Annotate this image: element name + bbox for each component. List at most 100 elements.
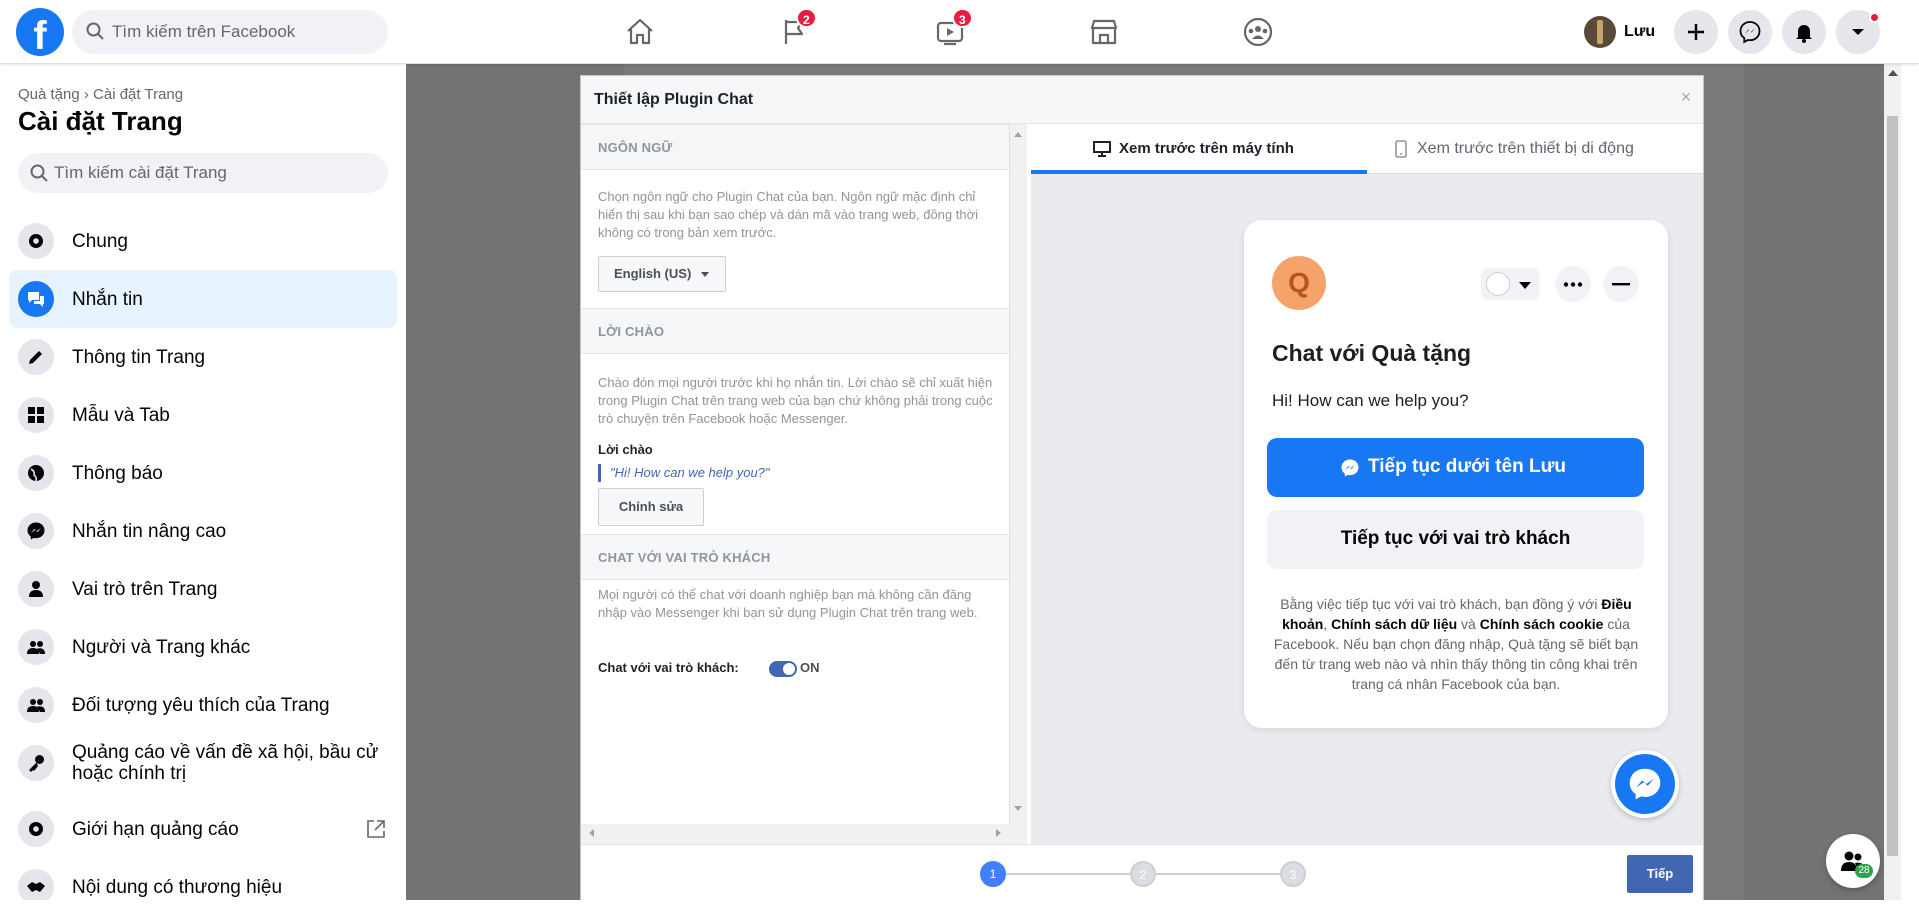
- sidebar-item-label: Người và Trang khác: [72, 637, 251, 658]
- legal-text: và: [1457, 616, 1480, 632]
- legal-text: Bằng việc tiếp tục với vai trò khách, bạ…: [1280, 596, 1602, 612]
- sidebar-item-preferred-audience[interactable]: Đối tượng yêu thích của Trang: [9, 676, 397, 734]
- grid-icon: [28, 407, 44, 423]
- section-header-greeting: LỜI CHÀO: [581, 308, 1009, 354]
- marketplace-icon: [1090, 19, 1118, 45]
- breadcrumb[interactable]: Quà tặng › Cài đặt Trang: [18, 86, 183, 103]
- gear-icon: [29, 822, 43, 836]
- nav-home[interactable]: [618, 10, 662, 54]
- sidebar-item-page-roles[interactable]: Vai trò trên Trang: [9, 560, 397, 618]
- right-gutter: [1901, 64, 1919, 904]
- notifications-button[interactable]: [1782, 10, 1826, 54]
- sidebar-item-people-other-pages[interactable]: Người và Trang khác: [9, 618, 397, 676]
- home-icon: [627, 18, 653, 45]
- preview-tabs: Xem trước trên máy tính Xem trước trên t…: [1031, 124, 1703, 174]
- sidebar-item-label: Nhắn tin nâng cao: [72, 521, 227, 542]
- identity-picker[interactable]: [1481, 268, 1539, 300]
- chat-bubbles-icon: [28, 292, 44, 307]
- external-link-icon: [367, 820, 385, 838]
- next-label: Tiếp: [1646, 866, 1674, 881]
- dialog-header: Thiết lập Plugin Chat ×: [581, 76, 1703, 124]
- greeting-description: Chào đón mọi người trước khi họ nhắn tin…: [598, 375, 993, 426]
- sidebar-item-advanced-messaging[interactable]: Nhắn tin nâng cao: [9, 502, 397, 560]
- create-button[interactable]: [1674, 10, 1718, 54]
- sidebar-item-label: Chung: [72, 231, 128, 252]
- edit-greeting-label: Chỉnh sửa: [618, 499, 684, 514]
- greeting-value: "Hi! How can we help you?": [598, 464, 770, 482]
- facebook-search[interactable]: Tìm kiếm trên Facebook: [72, 10, 388, 54]
- sidebar-item-label: Đối tượng yêu thích của Trang: [72, 695, 330, 716]
- window-scrollbar[interactable]: [1884, 64, 1901, 904]
- dialog-footer: 1 2 3 Tiếp: [581, 844, 1703, 903]
- scroll-down-arrow-icon[interactable]: [1014, 806, 1022, 811]
- profile-shortcut[interactable]: Lưu: [1584, 15, 1655, 49]
- page-settings-sidebar: Quà tặng › Cài đặt Trang Cài đặt Trang T…: [0, 64, 406, 904]
- minimize-button[interactable]: [1603, 266, 1639, 302]
- person-icon: [1486, 272, 1510, 296]
- notification-dot: [1869, 12, 1880, 23]
- messenger-icon: [1629, 768, 1661, 800]
- tab-desktop-preview[interactable]: Xem trước trên máy tính: [1031, 124, 1367, 174]
- nav-pages[interactable]: 2: [772, 8, 817, 54]
- messenger-button[interactable]: [1728, 10, 1772, 54]
- close-icon[interactable]: ×: [1677, 88, 1695, 106]
- bell-icon: [1796, 25, 1812, 43]
- nav-watch[interactable]: 3: [928, 8, 973, 54]
- nav-marketplace[interactable]: [1082, 10, 1126, 54]
- globe-icon: [28, 465, 44, 482]
- chat-plugin-preview: Q Chat với Quà tặng Hi! How can we help …: [1244, 220, 1668, 728]
- more-icon: [1563, 282, 1583, 287]
- facebook-logo[interactable]: f: [16, 8, 64, 56]
- sidebar-item-general[interactable]: Chung: [9, 212, 397, 270]
- continue-as-user-button[interactable]: Tiếp tục dưới tên Lưu: [1267, 438, 1644, 497]
- desktop-icon: [1093, 141, 1111, 157]
- guest-chat-toggle[interactable]: [769, 661, 797, 677]
- online-count-badge: 28: [1855, 864, 1873, 878]
- continue-as-guest-label: Tiếp tục với vai trò khách: [1340, 528, 1571, 549]
- sidebar-item-branded-content[interactable]: Nội dung có thương hiệu: [9, 858, 397, 904]
- sidebar-item-page-info[interactable]: Thông tin Trang: [9, 328, 397, 386]
- chat-title: Chat với Quà tặng: [1272, 340, 1472, 366]
- person-icon: [29, 581, 43, 597]
- top-navigation-bar: f Tìm kiếm trên Facebook 2 3 Lưu: [0, 0, 1919, 64]
- messenger-icon: [1739, 21, 1761, 44]
- messenger-chat-bubble[interactable]: [1611, 750, 1679, 818]
- sidebar-item-messaging[interactable]: Nhắn tin: [9, 270, 397, 328]
- scroll-up-arrow-icon[interactable]: [1014, 132, 1022, 137]
- sidebar-item-notifications[interactable]: Thông báo: [9, 444, 397, 502]
- minus-icon: [1612, 283, 1630, 286]
- sidebar-item-label: Giới hạn quảng cáo: [72, 819, 239, 840]
- pages-badge: 2: [796, 8, 817, 28]
- new-message-contacts-button[interactable]: 28: [1826, 834, 1880, 888]
- next-button[interactable]: Tiếp: [1627, 855, 1693, 893]
- account-menu-button[interactable]: [1836, 10, 1880, 54]
- scrollbar-thumb[interactable]: [1887, 116, 1898, 856]
- cookie-policy-link[interactable]: Chính sách cookie: [1480, 616, 1604, 632]
- search-icon: [86, 22, 104, 40]
- settings-scrollbar-horizontal[interactable]: [581, 824, 1010, 844]
- edit-greeting-button[interactable]: Chỉnh sửa: [598, 488, 704, 526]
- nav-groups[interactable]: [1236, 10, 1280, 54]
- page-title: Cài đặt Trang: [18, 106, 183, 136]
- continue-as-guest-button[interactable]: Tiếp tục với vai trò khách: [1267, 510, 1644, 569]
- language-dropdown[interactable]: English (US): [598, 256, 726, 292]
- sidebar-item-political-ads[interactable]: Quảng cáo về vấn đề xã hội, bầu cử hoặc …: [9, 734, 397, 792]
- settings-search-input[interactable]: Tìm kiếm cài đặt Trang: [18, 153, 388, 193]
- tab-mobile-preview[interactable]: Xem trước trên thiết bị di động: [1367, 124, 1703, 174]
- sidebar-item-ad-limits[interactable]: Giới hạn quảng cáo: [9, 800, 397, 858]
- sidebar-item-label: Nội dung có thương hiệu: [72, 877, 283, 898]
- dialog-title: Thiết lập Plugin Chat: [594, 91, 754, 108]
- scroll-up-arrow-icon[interactable]: [1888, 70, 1898, 76]
- settings-search-placeholder: Tìm kiếm cài đặt Trang: [54, 163, 227, 182]
- scroll-left-arrow-icon[interactable]: [589, 829, 594, 837]
- watch-badge: 3: [952, 8, 973, 28]
- guest-chat-toggle-state: ON: [800, 660, 820, 675]
- sidebar-item-label: Mẫu và Tab: [72, 405, 170, 426]
- scroll-right-arrow-icon[interactable]: [996, 829, 1001, 837]
- section-header-guest-chat: CHAT VỚI VAI TRÒ KHÁCH: [581, 534, 1009, 580]
- guest-chat-label: Chat với vai trò khách:: [598, 660, 739, 675]
- settings-scrollbar-vertical[interactable]: [1010, 124, 1027, 844]
- sidebar-item-templates-tabs[interactable]: Mẫu và Tab: [9, 386, 397, 444]
- data-policy-link[interactable]: Chính sách dữ liệu: [1331, 616, 1457, 632]
- more-options-button[interactable]: [1555, 266, 1591, 302]
